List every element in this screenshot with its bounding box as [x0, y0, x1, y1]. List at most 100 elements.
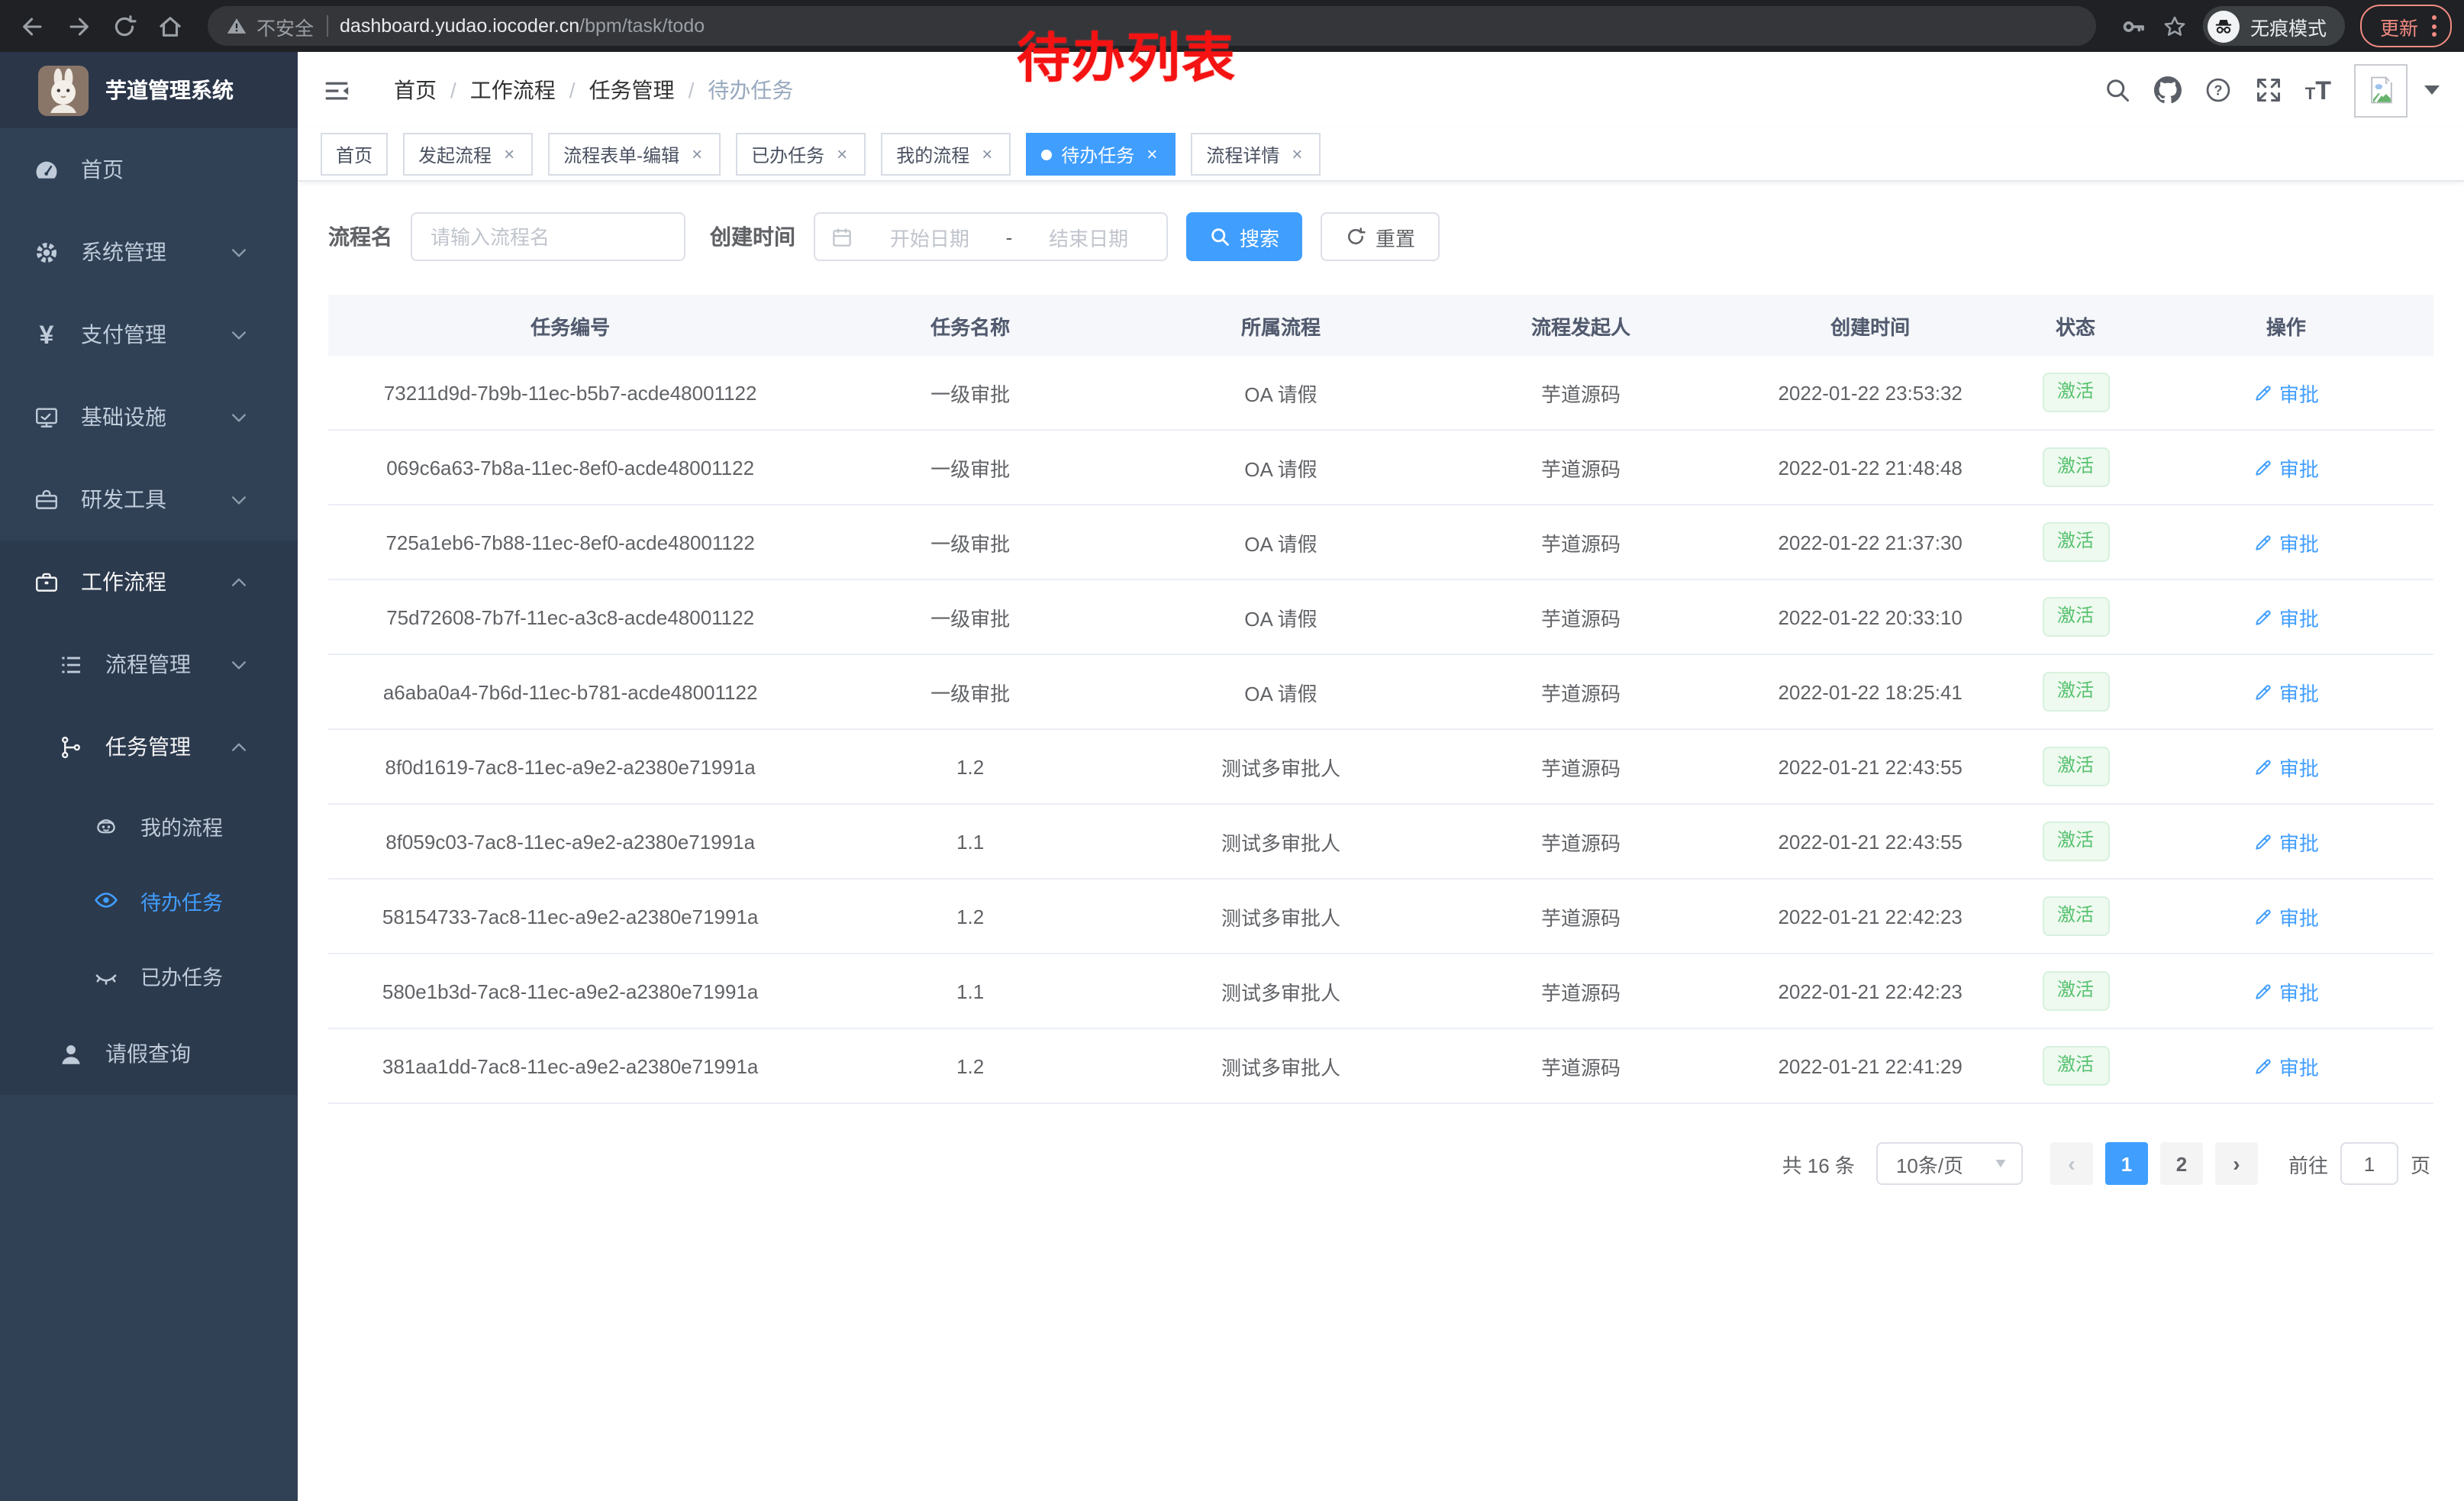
sidebar-menu: 首页系统管理¥支付管理基础设施研发工具工作流程流程管理任务管理我的流程待办任务已… — [0, 128, 298, 1095]
user-avatar[interactable] — [2354, 63, 2408, 117]
sidebar-item-my-process[interactable]: 我的流程 — [0, 788, 298, 863]
update-button[interactable]: 更新 — [2360, 5, 2452, 47]
fullscreen-icon[interactable] — [2255, 76, 2282, 104]
search-icon[interactable] — [2104, 76, 2131, 104]
cell-created: 2022-01-22 21:48:48 — [1728, 456, 2012, 479]
breadcrumb-item[interactable]: 工作流程 — [470, 75, 556, 105]
cell-actions: 审批 — [2139, 752, 2433, 781]
user-menu-caret-icon[interactable] — [2424, 86, 2440, 95]
cell-process: OA 请假 — [1128, 453, 1434, 482]
forward-icon[interactable] — [58, 6, 98, 46]
cell-task-id: 8f0d1619-7ac8-11ec-a9e2-a2380e71991a — [328, 755, 812, 778]
chev-down-icon — [226, 239, 252, 265]
tab-home[interactable]: 首页 — [321, 133, 388, 176]
approve-link[interactable]: 审批 — [2253, 1051, 2319, 1080]
goto-page-input[interactable] — [2340, 1142, 2398, 1185]
table-row: 8f0d1619-7ac8-11ec-a9e2-a2380e71991a1.2测… — [328, 730, 2433, 805]
breadcrumb-separator: / — [569, 78, 576, 102]
tab-start-process[interactable]: 发起流程× — [403, 133, 533, 176]
tab-process-form-edit[interactable]: 流程表单-编辑× — [548, 133, 721, 176]
cell-task-name: 一级审批 — [812, 528, 1128, 557]
close-icon[interactable]: × — [689, 144, 705, 165]
sidebar-item-task-mgmt[interactable]: 任务管理 — [0, 705, 298, 788]
url-text: dashboard.yudao.iocoder.cn/bpm/task/todo — [340, 15, 705, 37]
cell-starter: 芋道源码 — [1434, 453, 1728, 482]
back-icon[interactable] — [12, 6, 52, 46]
cell-process: OA 请假 — [1128, 677, 1434, 706]
security-status[interactable]: 不安全 — [226, 11, 314, 40]
sidebar-item-infrastructure[interactable]: 基础设施 — [0, 376, 298, 458]
cell-task-name: 1.2 — [812, 755, 1128, 778]
key-icon[interactable] — [2121, 13, 2146, 39]
home-icon[interactable] — [150, 6, 189, 46]
sidebar-item-system-mgmt[interactable]: 系统管理 — [0, 211, 298, 293]
approve-link[interactable]: 审批 — [2253, 827, 2319, 856]
approve-link[interactable]: 审批 — [2253, 602, 2319, 631]
reset-button[interactable]: 重置 — [1321, 212, 1440, 261]
sidebar-item-label: 待办任务 — [140, 885, 273, 915]
tab-my-process[interactable]: 我的流程× — [881, 133, 1011, 176]
edit-icon — [2253, 1056, 2273, 1076]
incognito-badge: 无痕模式 — [2203, 6, 2345, 46]
approve-link[interactable]: 审批 — [2253, 902, 2319, 931]
close-icon[interactable]: × — [501, 144, 518, 165]
sidebar-item-todo-task[interactable]: 待办任务 — [0, 863, 298, 938]
sidebar-item-process-mgmt[interactable]: 流程管理 — [0, 623, 298, 705]
reload-icon[interactable] — [104, 6, 144, 46]
tab-label: 已办任务 — [751, 141, 824, 167]
font-size-icon[interactable]: TT — [2305, 77, 2331, 103]
prev-page-button[interactable]: ‹ — [2050, 1142, 2093, 1185]
status-badge: 激活 — [2042, 1046, 2109, 1086]
browser-menu-icon[interactable] — [2432, 15, 2437, 37]
sidebar-collapse-icon[interactable] — [322, 76, 351, 105]
app-logo[interactable]: 芋道管理系统 — [0, 52, 298, 128]
close-icon[interactable]: × — [979, 144, 995, 165]
close-icon[interactable]: × — [834, 144, 850, 165]
sidebar-item-dev-tools[interactable]: 研发工具 — [0, 458, 298, 541]
next-page-button[interactable]: › — [2215, 1142, 2258, 1185]
sidebar-item-payment-mgmt[interactable]: ¥支付管理 — [0, 293, 298, 376]
select-caret-icon: ▼ — [1992, 1156, 2009, 1170]
active-dot-icon — [1041, 149, 1052, 160]
github-icon[interactable] — [2154, 76, 2182, 104]
approve-link[interactable]: 审批 — [2253, 528, 2319, 557]
approve-link[interactable]: 审批 — [2253, 677, 2319, 706]
approve-link[interactable]: 审批 — [2253, 378, 2319, 407]
date-range-picker[interactable]: 开始日期 - 结束日期 — [814, 212, 1168, 261]
help-icon[interactable]: ? — [2204, 76, 2232, 104]
table-row: 725a1eb6-7b88-11ec-8ef0-acde48001122一级审批… — [328, 505, 2433, 580]
close-icon[interactable]: × — [1288, 144, 1305, 165]
breadcrumb-item[interactable]: 任务管理 — [589, 75, 675, 105]
cell-process: 测试多审批人 — [1128, 976, 1434, 1006]
status-badge: 激活 — [2042, 447, 2109, 487]
start-date-placeholder: 开始日期 — [867, 222, 992, 251]
page-button-1[interactable]: 1 — [2105, 1142, 2148, 1185]
cell-actions: 审批 — [2139, 602, 2433, 631]
cell-task-id: 58154733-7ac8-11ec-a9e2-a2380e71991a — [328, 905, 812, 928]
cell-task-id: 069c6a63-7b8a-11ec-8ef0-acde48001122 — [328, 456, 812, 479]
sidebar-item-label: 流程管理 — [105, 649, 217, 679]
tab-todo-task[interactable]: 待办任务× — [1026, 133, 1176, 176]
breadcrumb-item[interactable]: 首页 — [394, 75, 437, 105]
approve-label: 审批 — [2279, 602, 2319, 631]
page-size-select[interactable]: 10条/页 ▼ — [1876, 1142, 2023, 1185]
sidebar-item-done-task[interactable]: 已办任务 — [0, 938, 298, 1012]
table-row: 58154733-7ac8-11ec-a9e2-a2380e71991a1.2测… — [328, 880, 2433, 954]
tab-process-detail[interactable]: 流程详情× — [1191, 133, 1321, 176]
search-button[interactable]: 搜索 — [1186, 212, 1302, 261]
cell-process: 测试多审批人 — [1128, 902, 1434, 931]
sidebar-item-home[interactable]: 首页 — [0, 128, 298, 211]
sidebar-item-workflow[interactable]: 工作流程 — [0, 541, 298, 623]
tab-done-task[interactable]: 已办任务 × — [736, 133, 866, 176]
approve-link[interactable]: 审批 — [2253, 976, 2319, 1006]
cell-actions: 审批 — [2139, 902, 2433, 931]
bookmark-star-icon[interactable] — [2162, 13, 2188, 39]
approve-link[interactable]: 审批 — [2253, 752, 2319, 781]
navbar-actions: ? TT — [2104, 63, 2440, 117]
sidebar-item-leave-query[interactable]: 请假查询 — [0, 1012, 298, 1095]
cell-status: 激活 — [2012, 522, 2138, 562]
process-name-input[interactable] — [411, 212, 685, 261]
approve-link[interactable]: 审批 — [2253, 453, 2319, 482]
close-icon[interactable]: × — [1143, 144, 1160, 165]
page-button-2[interactable]: 2 — [2160, 1142, 2203, 1185]
